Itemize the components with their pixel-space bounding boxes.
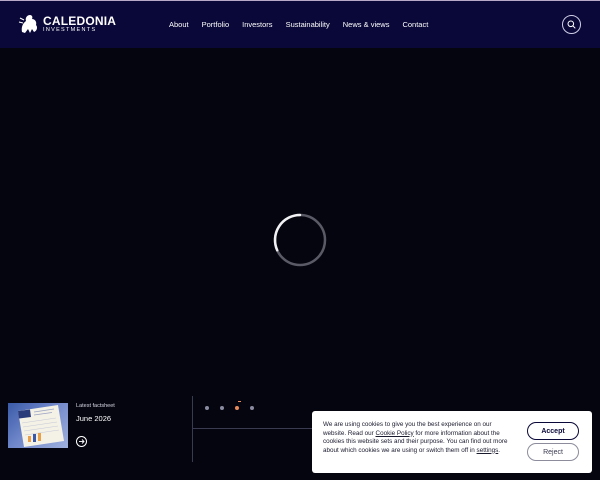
nav-item-about[interactable]: About <box>169 20 189 29</box>
carousel-dots <box>205 406 254 410</box>
nav-item-investors[interactable]: Investors <box>242 20 272 29</box>
arrow-right-icon <box>79 439 85 444</box>
search-icon <box>567 20 576 29</box>
reject-cookies-button[interactable]: Reject <box>527 443 579 461</box>
cookie-banner: We are using cookies to give you the bes… <box>312 411 592 473</box>
brand-logo[interactable]: CALEDONIA INVESTMENTS <box>18 12 116 36</box>
carousel-dot[interactable] <box>250 406 254 410</box>
nav-item-contact[interactable]: Contact <box>402 20 428 29</box>
carousel-dot-active[interactable] <box>235 406 239 410</box>
factsheet-arrow-button[interactable] <box>76 436 87 447</box>
factsheet-thumbnail[interactable] <box>8 403 68 448</box>
carousel-dot[interactable] <box>220 406 224 410</box>
accept-cookies-button[interactable]: Accept <box>527 422 579 440</box>
horizontal-divider <box>193 428 313 429</box>
nav-item-sustainability[interactable]: Sustainability <box>286 20 330 29</box>
nav-item-news-views[interactable]: News & views <box>343 20 390 29</box>
loading-spinner <box>273 213 327 267</box>
search-button[interactable] <box>562 15 581 34</box>
vertical-divider <box>192 396 193 462</box>
cookie-message: We are using cookies to give you the bes… <box>323 421 508 454</box>
brand-subtitle: INVESTMENTS <box>43 26 97 33</box>
carousel-dot[interactable] <box>205 406 209 410</box>
factsheet-document-image <box>18 405 64 447</box>
site-header: CALEDONIA INVESTMENTS About Portfolio In… <box>0 1 600 48</box>
brand-title: CALEDONIA <box>43 13 117 28</box>
lion-crest-icon <box>18 15 38 33</box>
cookie-policy-link[interactable]: Cookie Policy <box>376 430 414 437</box>
nav-item-portfolio[interactable]: Portfolio <box>202 20 230 29</box>
factsheet-label: Latest factsheet <box>76 403 115 409</box>
carousel-active-indicator <box>238 401 241 402</box>
main-nav: About Portfolio Investors Sustainability… <box>169 20 428 29</box>
cookie-settings-link[interactable]: settings <box>477 447 499 454</box>
factsheet-date[interactable]: June 2026 <box>76 414 111 423</box>
